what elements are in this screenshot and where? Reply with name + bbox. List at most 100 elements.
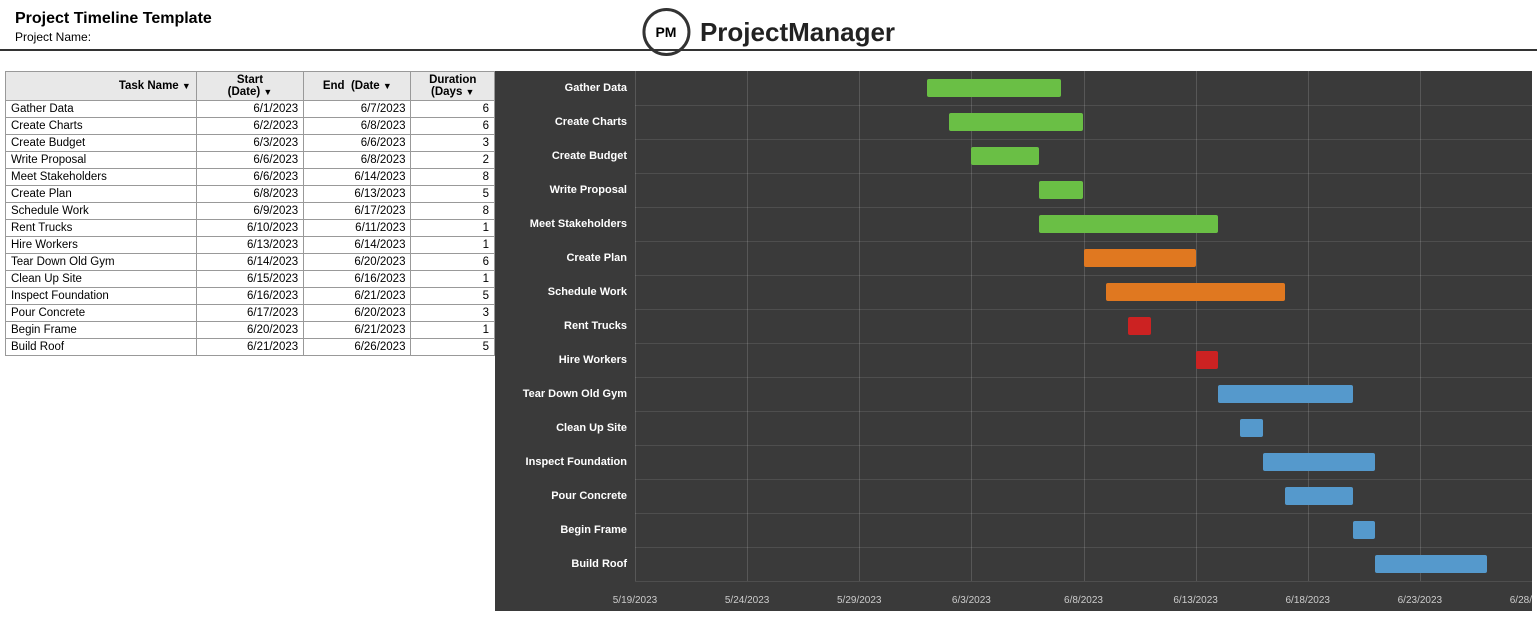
task-start-cell: 6/17/2023 (196, 305, 303, 322)
task-name-cell: Pour Concrete (6, 305, 197, 322)
gantt-row: Gather Data (495, 71, 1532, 105)
task-end-cell: 6/13/2023 (304, 186, 411, 203)
task-end-cell: 6/8/2023 (304, 118, 411, 135)
gantt-row-label: Schedule Work (495, 286, 635, 298)
gantt-xlabel: 6/8/2023 (1064, 595, 1103, 606)
table-row: Clean Up Site 6/15/2023 6/16/2023 1 (6, 271, 495, 288)
gantt-row-label: Write Proposal (495, 184, 635, 196)
gantt-row: Build Roof (495, 547, 1532, 581)
gantt-bar (1263, 453, 1375, 471)
table-row: Inspect Foundation 6/16/2023 6/21/2023 5 (6, 288, 495, 305)
task-name-cell: Build Roof (6, 339, 197, 356)
gantt-chart: 5/19/2023 5/24/2023 5/29/2023 6/3/2023 6/8/2… (495, 71, 1532, 611)
task-start-cell: 6/16/2023 (196, 288, 303, 305)
task-dur-cell: 8 (411, 169, 495, 186)
task-name-cell: Create Budget (6, 135, 197, 152)
task-dur-cell: 3 (411, 305, 495, 322)
task-end-cell: 6/11/2023 (304, 220, 411, 237)
gantt-row: Create Charts (495, 105, 1532, 139)
task-name-cell: Create Charts (6, 118, 197, 135)
gantt-bar (1218, 385, 1353, 403)
gantt-row-bars (635, 513, 1532, 547)
gantt-bar (1375, 555, 1487, 573)
gantt-row-bars (635, 479, 1532, 513)
gantt-row-bars (635, 309, 1532, 343)
gantt-row-label: Begin Frame (495, 524, 635, 536)
task-start-cell: 6/6/2023 (196, 152, 303, 169)
filter-arrow-start[interactable]: ▼ (263, 87, 272, 97)
table-row: Create Charts 6/2/2023 6/8/2023 6 (6, 118, 495, 135)
gantt-row-label: Inspect Foundation (495, 456, 635, 468)
gantt-inner: 5/19/2023 5/24/2023 5/29/2023 6/3/2023 6/8/2… (495, 71, 1532, 611)
gantt-row-label: Create Plan (495, 252, 635, 264)
gantt-row: Hire Workers (495, 343, 1532, 377)
gantt-row-bars (635, 411, 1532, 445)
table-row: Schedule Work 6/9/2023 6/17/2023 8 (6, 203, 495, 220)
task-start-cell: 6/13/2023 (196, 237, 303, 254)
gantt-xlabel: 5/24/2023 (725, 595, 770, 606)
gantt-row-label: Create Budget (495, 150, 635, 162)
gantt-row-bars (635, 445, 1532, 479)
task-name-cell: Clean Up Site (6, 271, 197, 288)
gantt-bar (1353, 521, 1375, 539)
gantt-row-bars (635, 207, 1532, 241)
gantt-bar (1106, 283, 1285, 301)
col-duration: Duration(Days ▼ (411, 72, 495, 101)
task-end-cell: 6/8/2023 (304, 152, 411, 169)
gantt-row-label: Meet Stakeholders (495, 218, 635, 230)
task-end-cell: 6/20/2023 (304, 305, 411, 322)
main-content: Task Name ▼ Start(Date) ▼ End (Date ▼ Du… (0, 71, 1537, 611)
gantt-bar (1039, 181, 1084, 199)
gantt-row-bars (635, 275, 1532, 309)
filter-arrow-end[interactable]: ▼ (383, 81, 392, 91)
table-row: Pour Concrete 6/17/2023 6/20/2023 3 (6, 305, 495, 322)
task-dur-cell: 1 (411, 220, 495, 237)
gantt-bar (971, 147, 1038, 165)
task-name-cell: Rent Trucks (6, 220, 197, 237)
gantt-bar (1196, 351, 1218, 369)
gantt-bar (1084, 249, 1196, 267)
table-row: Gather Data 6/1/2023 6/7/2023 6 (6, 101, 495, 118)
filter-arrow-dur[interactable]: ▼ (466, 87, 475, 97)
task-dur-cell: 5 (411, 339, 495, 356)
gantt-xlabel: 5/29/2023 (837, 595, 882, 606)
table-row: Begin Frame 6/20/2023 6/21/2023 1 (6, 322, 495, 339)
task-start-cell: 6/6/2023 (196, 169, 303, 186)
gantt-xlabel: 6/23/2023 (1398, 595, 1443, 606)
task-name-cell: Begin Frame (6, 322, 197, 339)
gantt-row: Rent Trucks (495, 309, 1532, 343)
task-table-container: Task Name ▼ Start(Date) ▼ End (Date ▼ Du… (5, 71, 495, 611)
table-row: Tear Down Old Gym 6/14/2023 6/20/2023 6 (6, 254, 495, 271)
gantt-row: Schedule Work (495, 275, 1532, 309)
task-dur-cell: 5 (411, 186, 495, 203)
task-start-cell: 6/3/2023 (196, 135, 303, 152)
col-task-name: Task Name ▼ (6, 72, 197, 101)
task-start-cell: 6/8/2023 (196, 186, 303, 203)
table-row: Write Proposal 6/6/2023 6/8/2023 2 (6, 152, 495, 169)
gantt-xlabel: 6/13/2023 (1173, 595, 1218, 606)
gantt-row: Pour Concrete (495, 479, 1532, 513)
task-start-cell: 6/21/2023 (196, 339, 303, 356)
task-name-cell: Hire Workers (6, 237, 197, 254)
gantt-row: Write Proposal (495, 173, 1532, 207)
gantt-bar (927, 79, 1062, 97)
gantt-hline (635, 581, 1532, 582)
task-name-cell: Create Plan (6, 186, 197, 203)
task-end-cell: 6/16/2023 (304, 271, 411, 288)
gantt-xlabel: 6/3/2023 (952, 595, 991, 606)
task-end-cell: 6/21/2023 (304, 322, 411, 339)
gantt-row: Meet Stakeholders (495, 207, 1532, 241)
task-start-cell: 6/9/2023 (196, 203, 303, 220)
table-row: Build Roof 6/21/2023 6/26/2023 5 (6, 339, 495, 356)
task-start-cell: 6/10/2023 (196, 220, 303, 237)
task-dur-cell: 6 (411, 101, 495, 118)
gantt-row: Tear Down Old Gym (495, 377, 1532, 411)
gantt-row-label: Clean Up Site (495, 422, 635, 434)
filter-arrow-task[interactable]: ▼ (182, 81, 191, 91)
table-row: Meet Stakeholders 6/6/2023 6/14/2023 8 (6, 169, 495, 186)
table-row: Rent Trucks 6/10/2023 6/11/2023 1 (6, 220, 495, 237)
task-start-cell: 6/14/2023 (196, 254, 303, 271)
gantt-xlabel: 5/19/2023 (613, 595, 658, 606)
gantt-row-bars (635, 105, 1532, 139)
brand-name: ProjectManager (700, 17, 895, 48)
